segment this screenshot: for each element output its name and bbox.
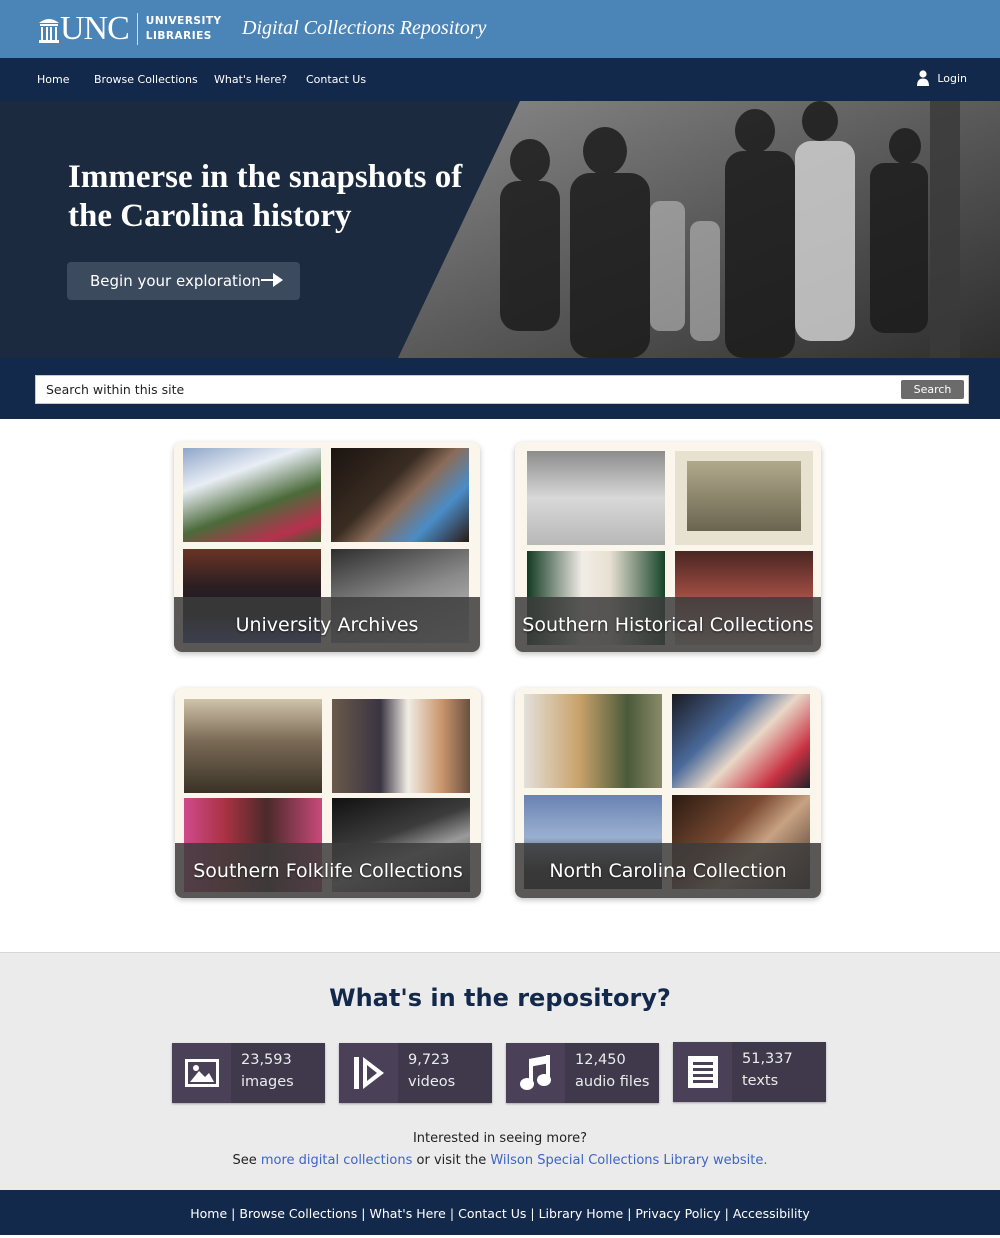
stats-title: What's in the repository? [329, 984, 671, 1012]
search-box: Search [35, 375, 969, 404]
stat-text: 23,593 images [231, 1043, 325, 1103]
collection-thumbnail [184, 699, 322, 793]
collection-title: North Carolina Collection [515, 843, 821, 898]
stat-label: audio files [575, 1074, 650, 1090]
more-prompt: Interested in seeing more? [412, 1131, 588, 1146]
footer-divider: | [627, 1206, 632, 1221]
main-nav: Home Browse Collections What's Here? Con… [0, 58, 1000, 101]
stat-images[interactable]: 23,593 images [172, 1043, 325, 1103]
more-middle: or visit the [416, 1153, 487, 1168]
footer-divider: | [724, 1206, 729, 1221]
collection-title: Southern Folklife Collections [175, 843, 481, 898]
more-digital-collections-link[interactable]: more digital collections [261, 1153, 413, 1168]
unc-libraries-logo[interactable]: UNC UNIVERSITY LIBRARIES [38, 11, 222, 47]
footer-link-contact-us[interactable]: Contact Us [458, 1206, 526, 1221]
footer-link-library-home[interactable]: Library Home [539, 1206, 624, 1221]
logo-unc-text: UNC [60, 10, 130, 47]
stat-count: 23,593 [241, 1052, 292, 1068]
photo-print [687, 461, 801, 531]
collection-title: University Archives [174, 597, 480, 652]
search-bar: Search [0, 358, 1000, 419]
begin-exploration-label: Begin your exploration [90, 272, 261, 290]
stat-label: images [241, 1074, 294, 1090]
footer-link-home[interactable]: Home [190, 1206, 227, 1221]
collection-card-southern-folklife[interactable]: Southern Folklife Collections [175, 688, 481, 898]
nav-browse-collections[interactable]: Browse Collections [94, 73, 198, 86]
footer-link-accessibility[interactable]: Accessibility [733, 1206, 810, 1221]
footer-link-browse-collections[interactable]: Browse Collections [239, 1206, 357, 1221]
old-well-icon [39, 19, 59, 43]
stat-videos[interactable]: 9,723 videos [339, 1043, 492, 1103]
collection-title: Southern Historical Collections [515, 597, 821, 652]
collection-card-north-carolina[interactable]: North Carolina Collection [515, 688, 821, 898]
login-link[interactable]: Login [917, 70, 967, 86]
collection-thumbnail [672, 694, 810, 788]
repository-stats-section: What's in the repository? 23,593 images … [0, 952, 1000, 1190]
site-title: Digital Collections Repository [242, 17, 487, 39]
collection-thumbnail [524, 694, 662, 788]
search-input[interactable] [36, 376, 896, 403]
text-document-icon [673, 1042, 732, 1102]
footer-divider: | [231, 1206, 236, 1221]
stat-text: 51,337 texts [732, 1042, 826, 1102]
image-icon [172, 1043, 231, 1103]
collection-thumbnail [331, 448, 469, 542]
stat-text: 12,450 audio files [565, 1043, 659, 1103]
logo-libraries-text: UNIVERSITY LIBRARIES [146, 14, 222, 44]
stat-label: texts [742, 1073, 779, 1089]
stat-count: 51,337 [742, 1051, 793, 1067]
nav-contact-us[interactable]: Contact Us [306, 73, 366, 86]
stat-count: 9,723 [408, 1052, 450, 1068]
footer: Home | Browse Collections | What's Here | Cont… [0, 1190, 1000, 1235]
music-note-icon [506, 1043, 565, 1103]
stat-texts[interactable]: 51,337 texts [673, 1042, 826, 1102]
collection-thumbnail [332, 699, 470, 793]
collection-card-university-archives[interactable]: University Archives [174, 442, 480, 652]
masthead: UNC UNIVERSITY LIBRARIES Digital Collect… [0, 0, 1000, 58]
login-label: Login [937, 71, 967, 85]
footer-link-privacy-policy[interactable]: Privacy Policy [635, 1206, 720, 1221]
collection-card-southern-historical[interactable]: Southern Historical Collections [515, 442, 821, 652]
video-play-icon [339, 1043, 398, 1103]
begin-exploration-button[interactable]: Begin your exploration [67, 262, 300, 300]
stat-audio-files[interactable]: 12,450 audio files [506, 1043, 659, 1103]
user-icon [917, 70, 930, 86]
footer-divider: | [530, 1206, 535, 1221]
footer-link-whats-here[interactable]: What's Here [369, 1206, 445, 1221]
wilson-library-link[interactable]: Wilson Special Collections Library websi… [490, 1153, 767, 1168]
nav-home[interactable]: Home [37, 73, 69, 86]
logo-divider [136, 13, 138, 45]
footer-divider: | [361, 1206, 366, 1221]
arrow-right-icon [261, 273, 283, 287]
more-links-line: See more digital collections or visit th… [0, 1153, 1000, 1168]
hero-title: Immerse in the snapshots of the Carolina… [68, 159, 463, 234]
collection-thumbnail [527, 451, 665, 545]
collection-thumbnail [675, 451, 813, 545]
stat-count: 12,450 [575, 1052, 626, 1068]
more-prefix: See [232, 1153, 257, 1168]
nav-whats-here[interactable]: What's Here? [214, 73, 287, 86]
search-button[interactable]: Search [901, 380, 964, 399]
stat-text: 9,723 videos [398, 1043, 492, 1103]
hero-banner: Immerse in the snapshots of the Carolina… [0, 101, 1000, 358]
logo-line-libraries: LIBRARIES [145, 30, 212, 42]
footer-divider: | [449, 1206, 455, 1221]
stat-label: videos [408, 1074, 456, 1090]
logo-line-university: UNIVERSITY [145, 15, 222, 27]
collection-thumbnail [183, 448, 321, 542]
